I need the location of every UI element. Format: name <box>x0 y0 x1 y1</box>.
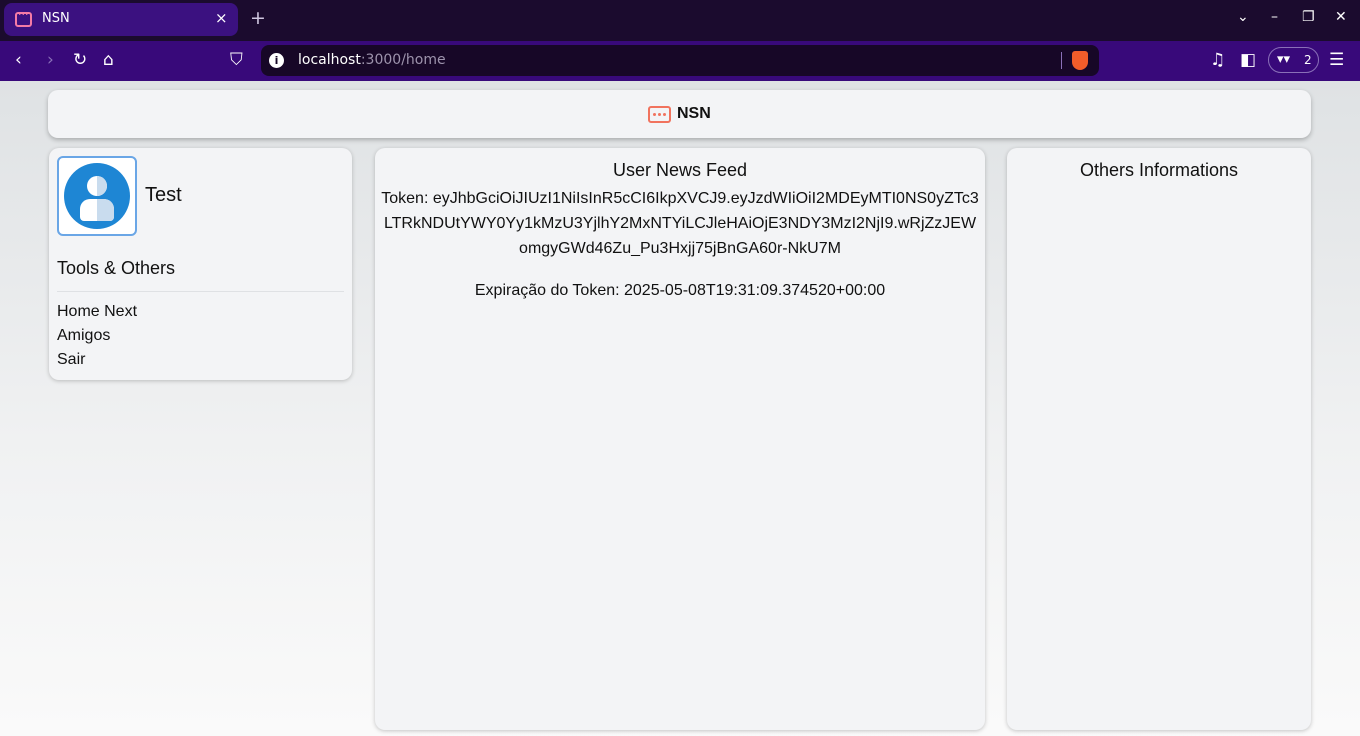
browser-tabbar: NSN × + ⌄ – ❐ ✕ <box>0 0 1360 41</box>
extension-count: 2 <box>1304 53 1312 67</box>
brand-name: NSN <box>677 105 711 122</box>
avatar[interactable] <box>57 156 137 236</box>
app-header: NSN <box>48 90 1311 138</box>
url-text[interactable]: localhost:3000/home <box>298 52 446 68</box>
restore-icon[interactable]: ❐ <box>1302 9 1315 25</box>
extension-icon: ▾▾ <box>1277 52 1291 67</box>
reload-icon[interactable]: ↻ <box>73 50 87 70</box>
menu-item-home-next[interactable]: Home Next <box>57 303 137 321</box>
user-name: Test <box>145 184 182 206</box>
forward-icon[interactable]: › <box>47 50 54 70</box>
token-expiry: Expiração do Token: 2025-05-08T19:31:09.… <box>474 282 886 299</box>
extension-button[interactable]: ▾▾ 2 <box>1268 47 1319 73</box>
menu-icon[interactable]: ☰ <box>1329 50 1344 70</box>
others-panel: Others Informations <box>1007 148 1311 730</box>
bookmark-icon[interactable]: ⛉ <box>230 50 243 70</box>
menu-item-sair[interactable]: Sair <box>57 351 85 369</box>
news-feed-panel: User News Feed Token: eyJhbGciOiJIUzI1Ni… <box>375 148 985 730</box>
home-icon[interactable]: ⌂ <box>103 50 114 70</box>
close-window-icon[interactable]: ✕ <box>1335 9 1347 25</box>
user-avatar-icon <box>64 163 130 229</box>
divider <box>57 291 344 292</box>
tools-section-title: Tools & Others <box>57 258 176 278</box>
chevron-down-icon[interactable]: ⌄ <box>1237 9 1249 25</box>
url-separator <box>1061 52 1062 69</box>
browser-tab[interactable]: NSN × <box>4 3 238 36</box>
page-viewport: NSN Test Tools & Others Home Next Amigos… <box>0 81 1360 736</box>
url-host: localhost <box>298 52 361 68</box>
token-text: Token: eyJhbGciOiJIUzI1NiIsInR5cCI6IkpXV… <box>381 190 979 257</box>
url-path: :3000/home <box>360 52 446 68</box>
tab-close-button[interactable]: × <box>215 9 228 27</box>
info-icon[interactable]: i <box>269 53 284 68</box>
back-icon[interactable]: ‹ <box>15 50 22 70</box>
sidebar-icon[interactable]: ◧ <box>1240 50 1256 70</box>
tab-title: NSN <box>42 11 70 26</box>
chat-logo-icon <box>648 105 671 123</box>
address-bar[interactable]: i localhost:3000/home <box>261 45 1099 76</box>
minimize-icon[interactable]: – <box>1271 9 1278 25</box>
feed-title: User News Feed <box>612 160 748 180</box>
menu-item-amigos[interactable]: Amigos <box>57 327 110 345</box>
others-title: Others Informations <box>1079 160 1239 180</box>
brave-shield-icon[interactable] <box>1072 51 1088 70</box>
brand[interactable]: NSN <box>648 104 711 124</box>
chat-icon <box>15 8 32 27</box>
browser-navbar: ‹ › ↻ ⌂ ⛉ i localhost:3000/home ♫ ◧ ▾▾ 2… <box>0 41 1360 81</box>
media-icon[interactable]: ♫ <box>1210 50 1225 70</box>
new-tab-button[interactable]: + <box>250 7 266 29</box>
profile-sidebar: Test Tools & Others Home Next Amigos Sai… <box>49 148 352 380</box>
